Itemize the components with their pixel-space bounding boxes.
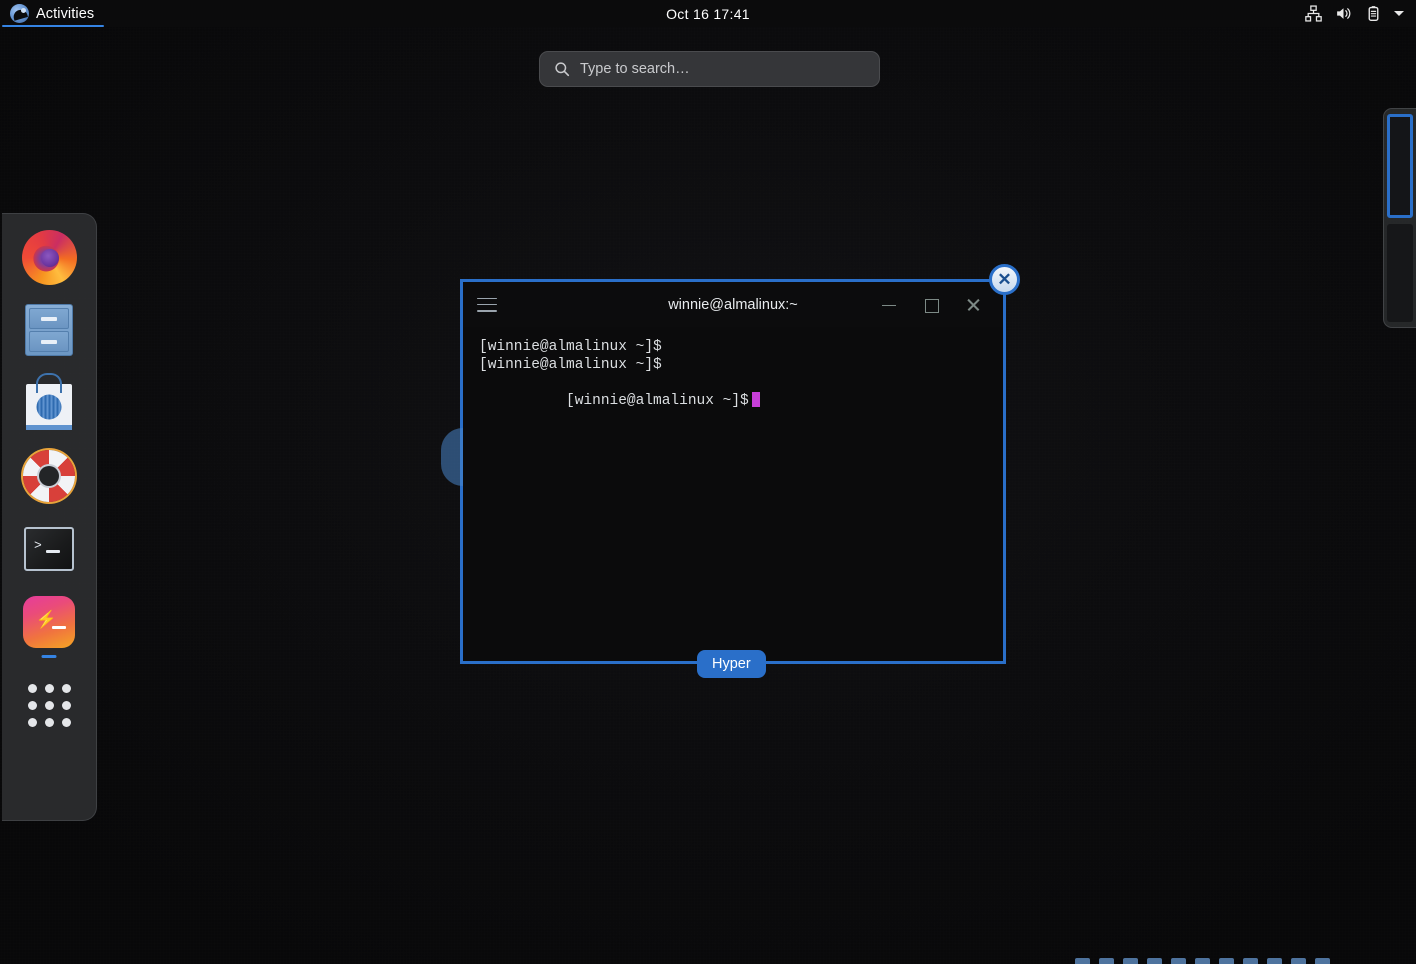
search-placeholder: Type to search… xyxy=(580,61,690,77)
system-tray xyxy=(1305,0,1408,27)
hamburger-menu-icon[interactable] xyxy=(477,297,497,312)
volume-icon[interactable] xyxy=(1335,5,1352,22)
terminal-output[interactable]: [winnie@almalinux ~]$ [winnie@almalinux … xyxy=(463,327,1003,661)
close-badge-icon: ✕ xyxy=(997,269,1012,289)
battery-icon[interactable] xyxy=(1365,5,1382,22)
clock-label[interactable]: Oct 16 17:41 xyxy=(666,6,750,22)
taskbar-icon[interactable] xyxy=(1315,958,1330,964)
terminal-titlebar[interactable]: winnie@almalinux:~ xyxy=(463,282,1003,327)
workspace-switcher xyxy=(1383,108,1416,328)
software-bag-icon xyxy=(26,383,72,430)
workspace-thumbnail-1[interactable] xyxy=(1387,114,1413,218)
dock-item-terminal[interactable]: > xyxy=(20,520,78,578)
host-taskbar-clipped xyxy=(0,958,1416,964)
firefox-icon xyxy=(21,229,77,285)
minimize-icon[interactable] xyxy=(881,297,897,313)
window-preview-label[interactable]: Hyper xyxy=(697,650,766,678)
taskbar-icon[interactable] xyxy=(1099,958,1114,964)
terminal-cursor xyxy=(751,391,760,407)
system-menu-caret-icon[interactable] xyxy=(1394,11,1404,16)
terminal-window: winnie@almalinux:~ [winnie@almalinux ~]$… xyxy=(463,282,1003,661)
activities-label: Activities xyxy=(36,5,95,22)
desktop-screen: Activities Oct 16 17:41 Type to search… … xyxy=(0,0,1416,964)
window-close-badge[interactable]: ✕ xyxy=(989,264,1020,295)
terminal-line: [winnie@almalinux ~]$ xyxy=(479,356,662,373)
close-icon[interactable] xyxy=(965,297,981,313)
taskbar-icon[interactable] xyxy=(1147,958,1162,964)
hyper-icon: ⚡ xyxy=(23,596,75,648)
terminal-icon: > xyxy=(24,527,74,571)
top-bar: Activities Oct 16 17:41 xyxy=(0,0,1416,27)
show-applications-button[interactable] xyxy=(20,676,78,734)
window-left-handle[interactable] xyxy=(441,428,463,486)
window-preview-hyper[interactable]: winnie@almalinux:~ [winnie@almalinux ~]$… xyxy=(441,279,1006,664)
app-grid-icon xyxy=(27,683,71,727)
taskbar-icon[interactable] xyxy=(1219,958,1234,964)
dock-item-firefox[interactable] xyxy=(20,228,78,286)
taskbar-icon[interactable] xyxy=(1243,958,1258,964)
workspace-thumbnail-2[interactable] xyxy=(1387,224,1413,322)
clock: Oct 16 17:41 xyxy=(0,0,1416,27)
taskbar-icon[interactable] xyxy=(1123,958,1138,964)
hyper-running-indicator xyxy=(41,654,57,658)
terminal-line-text: [winnie@almalinux ~]$ xyxy=(566,392,749,409)
gnome-footprint-icon xyxy=(10,4,29,23)
dock-item-help[interactable] xyxy=(20,447,78,505)
dash-dock: > ⚡ xyxy=(2,213,97,821)
taskbar-icon[interactable] xyxy=(1291,958,1306,964)
files-cabinet-icon xyxy=(25,304,73,356)
dock-item-software[interactable] xyxy=(20,374,78,432)
window-controls xyxy=(881,297,993,313)
help-lifering-icon xyxy=(23,450,75,502)
dock-item-hyper[interactable]: ⚡ xyxy=(20,593,78,658)
maximize-icon[interactable] xyxy=(923,297,939,313)
terminal-prompt-line: [winnie@almalinux ~]$ xyxy=(479,374,987,428)
search-input[interactable]: Type to search… xyxy=(539,51,880,87)
network-icon[interactable] xyxy=(1305,5,1322,22)
taskbar-icon[interactable] xyxy=(1075,958,1090,964)
search-icon xyxy=(555,62,570,77)
taskbar-icon[interactable] xyxy=(1195,958,1210,964)
terminal-line: [winnie@almalinux ~]$ xyxy=(479,339,662,355)
activities-button[interactable]: Activities xyxy=(0,0,106,27)
dock-item-files[interactable] xyxy=(20,301,78,359)
taskbar-icon[interactable] xyxy=(1171,958,1186,964)
taskbar-icon[interactable] xyxy=(1267,958,1282,964)
